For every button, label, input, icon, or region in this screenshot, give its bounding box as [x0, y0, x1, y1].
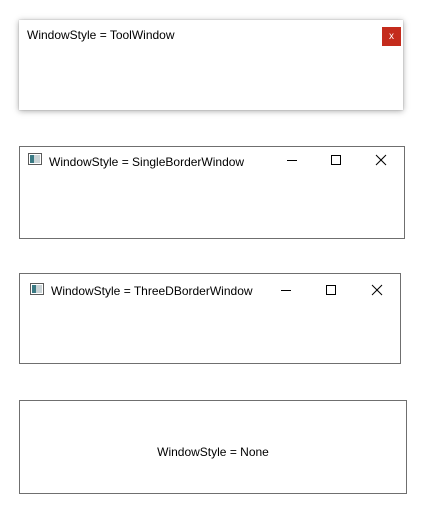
minimize-button[interactable]	[285, 153, 299, 167]
maximize-button[interactable]	[324, 283, 338, 297]
close-button[interactable]	[374, 153, 388, 167]
window-title: WindowStyle = ThreeDBorderWindow	[51, 284, 253, 298]
window-content-label: WindowStyle = None	[157, 445, 269, 459]
singleborder-window: WindowStyle = SingleBorderWindow	[19, 146, 405, 239]
close-button[interactable]: x	[382, 27, 401, 46]
app-icon	[30, 283, 44, 295]
none-window: WindowStyle = None	[19, 400, 407, 494]
close-icon: x	[389, 31, 394, 42]
threedborder-window: WindowStyle = ThreeDBorderWindow	[19, 273, 401, 364]
toolwindow-window: WindowStyle = ToolWindow x	[19, 20, 403, 110]
close-button[interactable]	[370, 283, 384, 297]
maximize-button[interactable]	[329, 153, 343, 167]
app-icon	[28, 153, 42, 165]
minimize-button[interactable]	[279, 283, 293, 297]
window-title: WindowStyle = ToolWindow	[27, 28, 175, 42]
window-title: WindowStyle = SingleBorderWindow	[49, 155, 245, 169]
